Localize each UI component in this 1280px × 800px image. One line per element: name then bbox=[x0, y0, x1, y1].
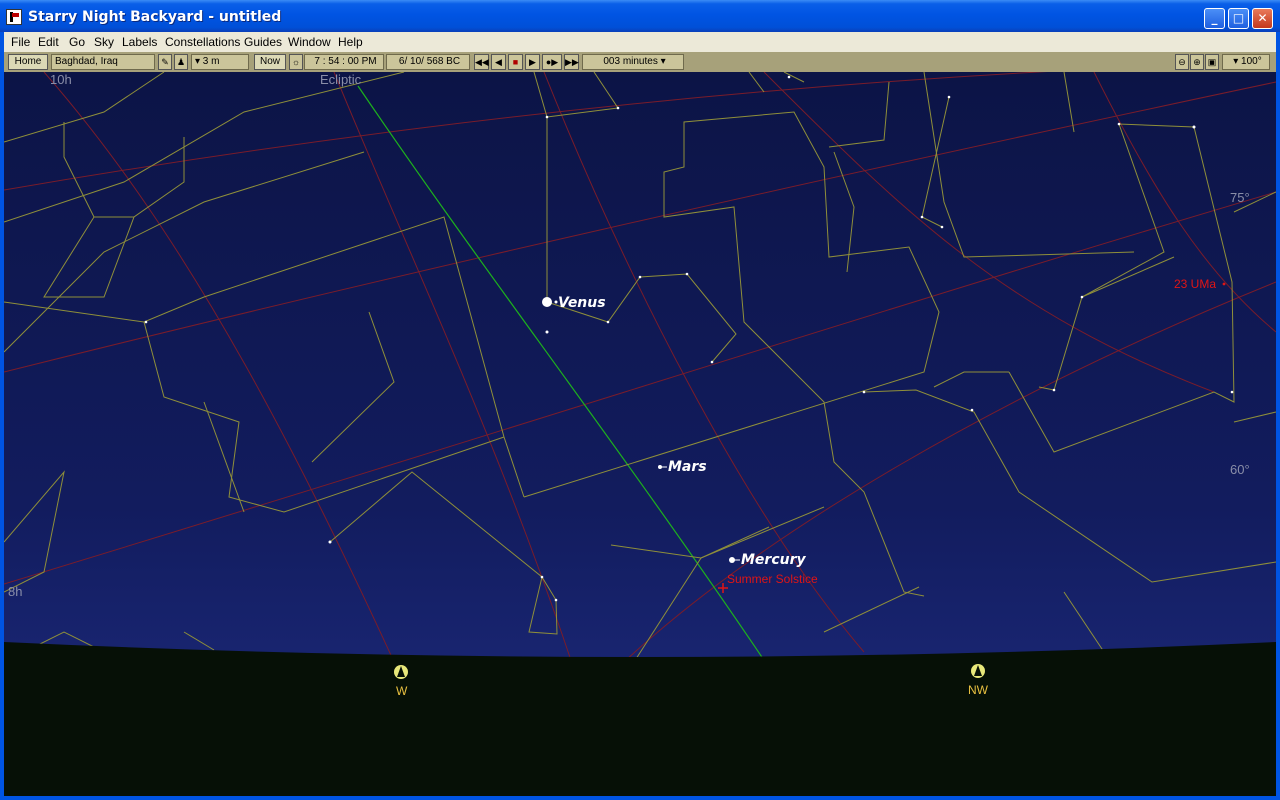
alt-60-label: 60° bbox=[1230, 462, 1250, 477]
ecliptic-label: Ecliptic bbox=[320, 72, 362, 87]
minimize-button[interactable]: _ bbox=[1204, 8, 1225, 29]
close-button[interactable]: ✕ bbox=[1252, 8, 1273, 29]
mercury-label[interactable]: Mercury bbox=[741, 552, 807, 568]
zoom-out-icon[interactable]: ⊖ bbox=[1175, 54, 1189, 70]
mars-label[interactable]: Mars bbox=[668, 459, 707, 475]
compass-w-icon[interactable] bbox=[394, 665, 408, 679]
date-field[interactable]: 6/ 10/ 568 BC bbox=[386, 54, 470, 70]
ra-10h-label: 10h bbox=[50, 72, 72, 87]
venus-label[interactable]: Venus bbox=[558, 295, 606, 311]
fast-forward-icon[interactable]: ●▶ bbox=[542, 54, 562, 70]
person-icon[interactable]: ♟ bbox=[174, 54, 188, 70]
stop-icon[interactable]: ■ bbox=[508, 54, 523, 70]
time-step-dropdown[interactable]: 003 minutes ▾ bbox=[582, 54, 684, 70]
sky-view[interactable]: Venus Mars Mercury Summer Solstice Eclip… bbox=[4, 72, 1276, 796]
menu-labels[interactable]: Labels bbox=[122, 35, 157, 49]
play-icon[interactable]: ▶ bbox=[525, 54, 540, 70]
menu-edit[interactable]: Edit bbox=[38, 35, 59, 49]
window-bottom-border bbox=[0, 796, 1280, 800]
star-23uma-label[interactable]: 23 UMa bbox=[1174, 277, 1216, 291]
location-field[interactable]: Baghdad, Iraq bbox=[51, 54, 155, 70]
ra-8h-label: 8h bbox=[8, 584, 22, 599]
menu-window[interactable]: Window bbox=[288, 35, 331, 49]
menu-sky[interactable]: Sky bbox=[94, 35, 114, 49]
zoom-box-icon[interactable]: ▣ bbox=[1205, 54, 1219, 70]
maximize-button[interactable]: □ bbox=[1228, 8, 1249, 29]
time-field[interactable]: 7 : 54 : 00 PM bbox=[304, 54, 384, 70]
telescope-icon[interactable]: ✎ bbox=[158, 54, 172, 70]
elevation-dropdown[interactable]: ▾ 3 m bbox=[191, 54, 249, 70]
app-logo-icon[interactable] bbox=[6, 9, 22, 25]
alt-75-label: 75° bbox=[1230, 190, 1250, 205]
step-forward-icon[interactable]: ▶▶ bbox=[564, 54, 579, 70]
home-button[interactable]: Home bbox=[8, 54, 48, 70]
rewind-icon[interactable]: ◀◀ bbox=[474, 54, 489, 70]
menu-guides[interactable]: Guides bbox=[244, 35, 282, 49]
ground-horizon bbox=[4, 642, 1276, 796]
window-title: Starry Night Backyard - untitled bbox=[28, 9, 282, 25]
summer-solstice-label[interactable]: Summer Solstice bbox=[727, 572, 818, 586]
sun-icon[interactable]: ☼ bbox=[289, 54, 303, 70]
toolbar: Home Baghdad, Iraq ✎ ♟ ▾ 3 m Now ☼ 7 : 5… bbox=[4, 52, 1276, 72]
venus-marker[interactable] bbox=[542, 297, 552, 307]
now-button[interactable]: Now bbox=[254, 54, 286, 70]
compass-nw-icon[interactable] bbox=[971, 664, 985, 678]
app-window: Starry Night Backyard - untitled _ □ ✕ F… bbox=[0, 0, 1280, 800]
menu-bar: File Edit Go Sky Labels Constellations G… bbox=[4, 32, 1276, 52]
menu-constellations[interactable]: Constellations bbox=[165, 35, 240, 49]
compass-w-label: W bbox=[396, 684, 408, 698]
step-back-icon[interactable]: ◀ bbox=[491, 54, 506, 70]
title-bar[interactable]: Starry Night Backyard - untitled _ □ ✕ bbox=[0, 0, 1280, 32]
menu-help[interactable]: Help bbox=[338, 35, 363, 49]
menu-file[interactable]: File bbox=[11, 35, 30, 49]
fov-dropdown[interactable]: ▾ 100° bbox=[1222, 54, 1270, 70]
menu-go[interactable]: Go bbox=[69, 35, 85, 49]
zoom-in-icon[interactable]: ⊕ bbox=[1190, 54, 1204, 70]
compass-nw-label: NW bbox=[968, 683, 989, 697]
